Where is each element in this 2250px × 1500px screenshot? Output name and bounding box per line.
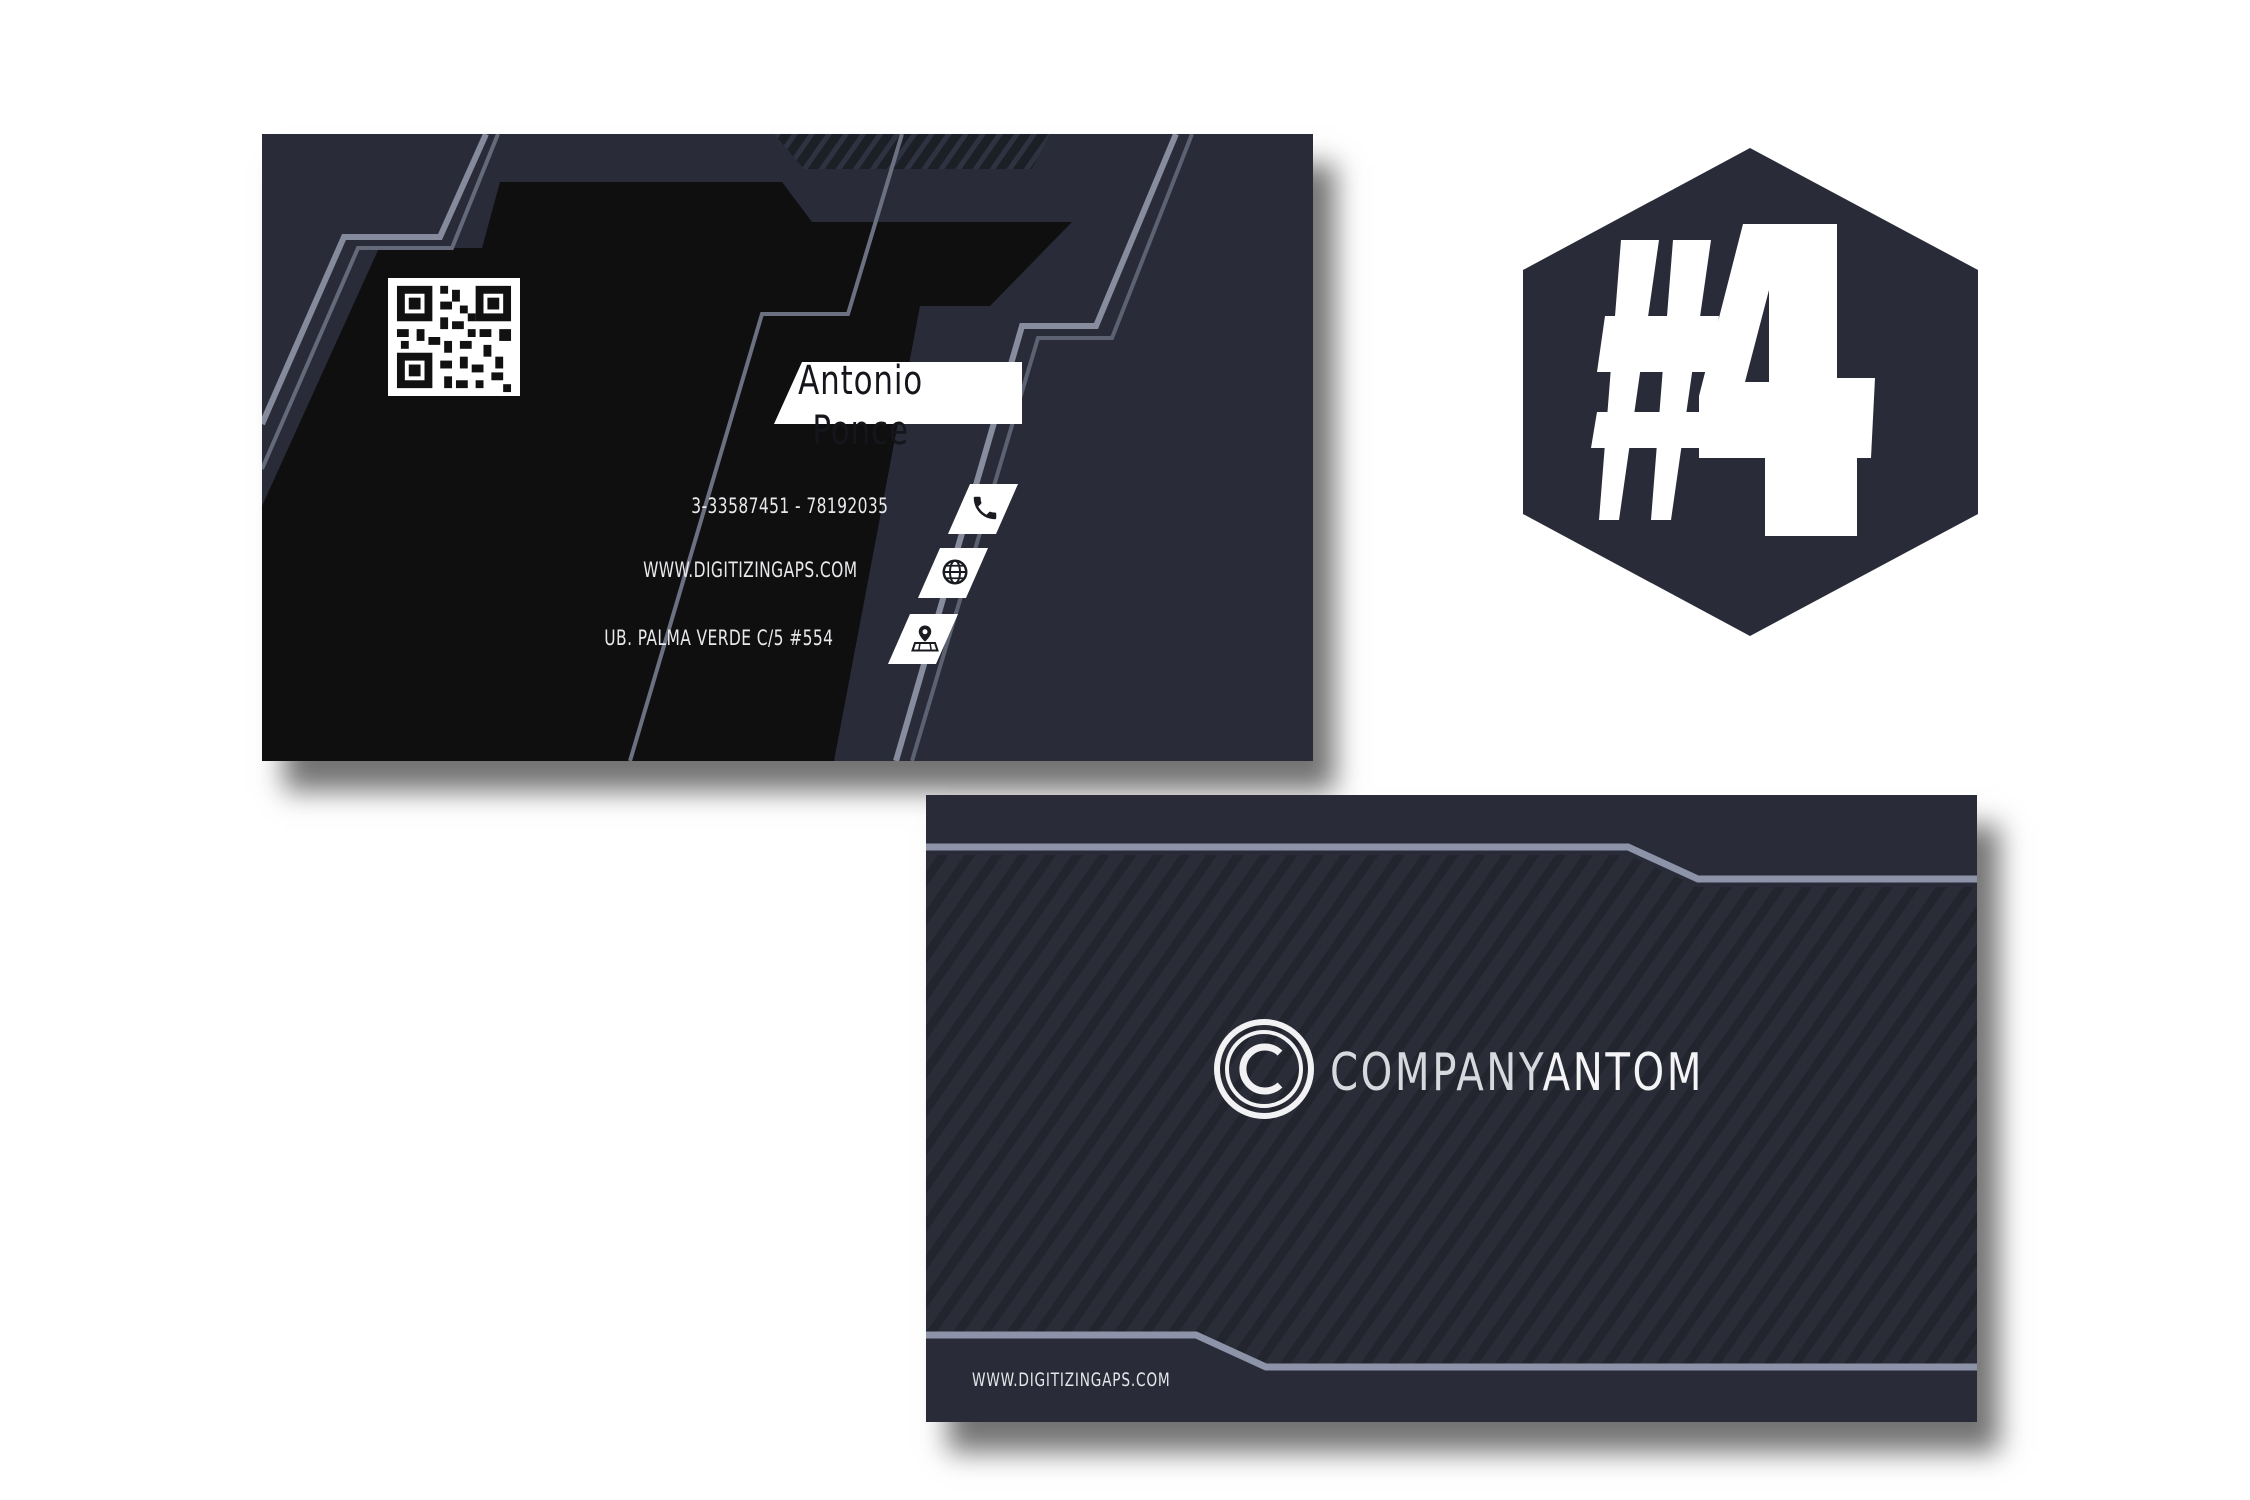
globe-icon	[942, 559, 968, 585]
phone-text: 3-33587451 - 78192035	[690, 494, 888, 518]
address-text: UB. PALMA VERDE C/5 #554	[603, 626, 833, 650]
person-name: Antonio Ponce	[798, 358, 924, 454]
copyright-icon	[1214, 1019, 1314, 1119]
back-website-text: WWW.DIGITIZINGAPS.COM	[972, 1369, 1171, 1391]
company-name: COMPANYANTOM	[1330, 1043, 1704, 1103]
company-name-part1: COMPANY	[1330, 1043, 1543, 1103]
number-badge: #4	[1523, 148, 1978, 636]
back-stripe-panel	[926, 855, 1977, 1370]
location-icon	[911, 625, 939, 652]
business-card-back: COMPANYANTOM WWW.DIGITIZINGAPS.COM	[926, 795, 1977, 1422]
front-card-background	[262, 134, 1194, 761]
front-black-panel	[262, 182, 1072, 761]
location-tile	[888, 614, 958, 664]
phone-icon	[973, 496, 997, 520]
website-text: WWW.DIGITIZINGAPS.COM	[643, 558, 858, 582]
globe-tile	[918, 548, 988, 598]
qr-code	[388, 278, 520, 396]
front-stripe-band	[482, 134, 1050, 169]
phone-tile	[948, 484, 1018, 534]
back-card-background	[926, 795, 1977, 1422]
business-card-front: Antonio Ponce 3-33587451 - 78192035 WWW.…	[262, 134, 1313, 761]
company-name-part2: ANTOM	[1542, 1043, 1705, 1103]
